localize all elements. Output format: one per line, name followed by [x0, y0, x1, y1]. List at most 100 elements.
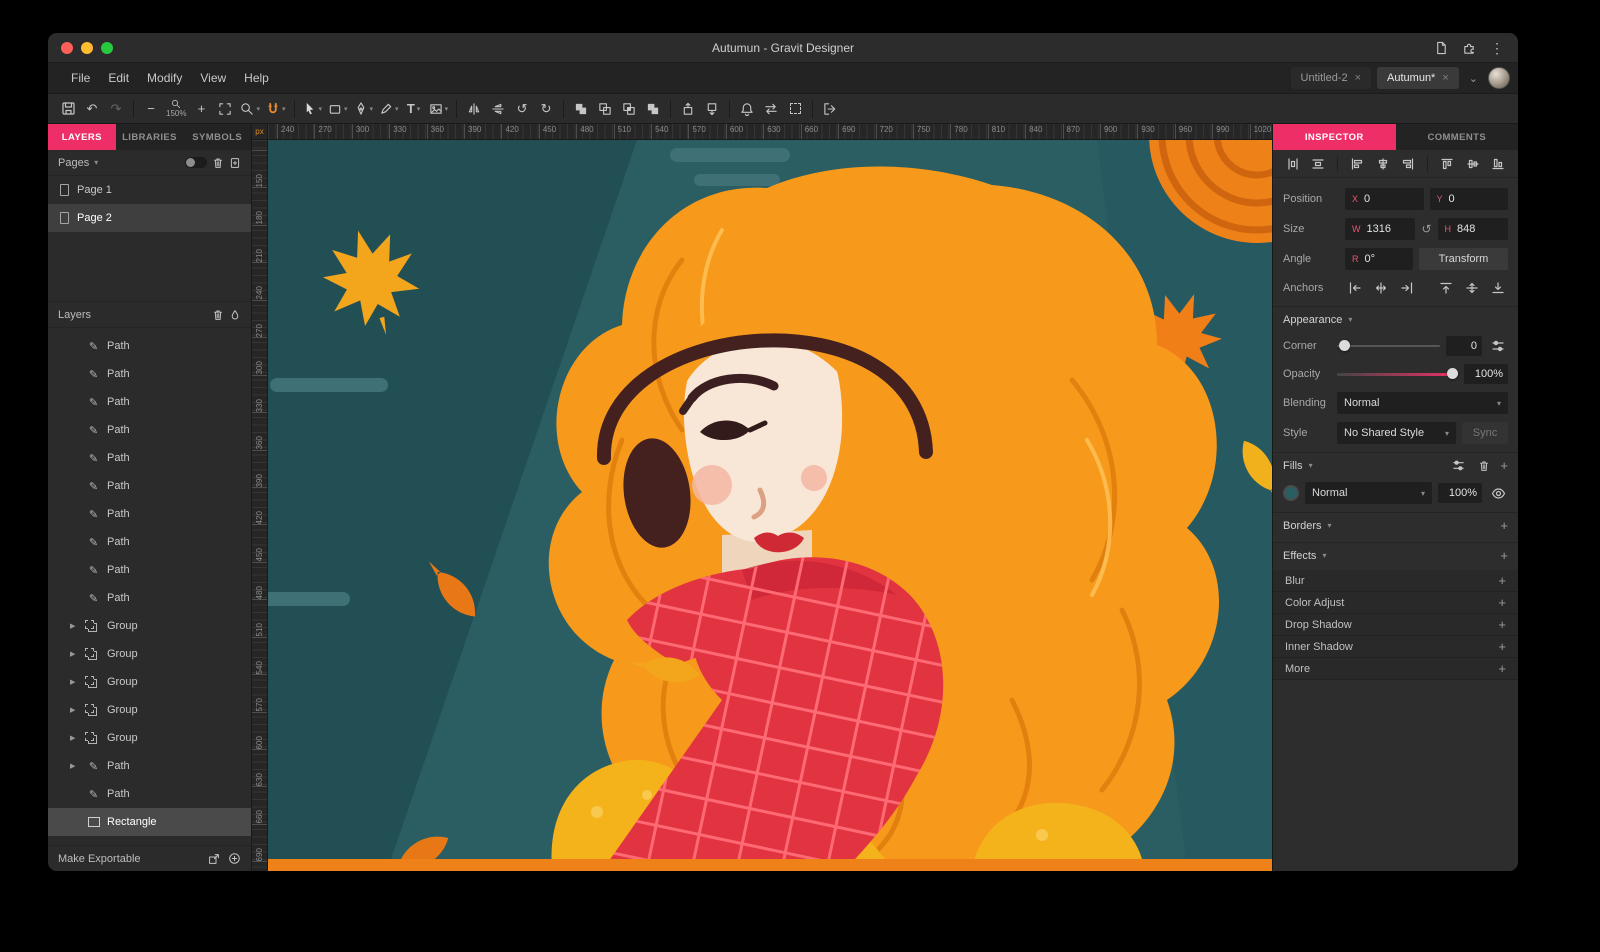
- layer-row[interactable]: ▶ Rectangle: [48, 808, 251, 836]
- fills-header[interactable]: Fills▾ +: [1273, 452, 1518, 478]
- paint-drop-icon[interactable]: [229, 309, 241, 321]
- align-center-horizontal-icon[interactable]: [1373, 154, 1393, 174]
- doc-tab-untitled[interactable]: Untitled-2 ×: [1291, 67, 1372, 89]
- anchor-top-icon[interactable]: [1436, 278, 1456, 298]
- page-row[interactable]: Page 2: [48, 204, 251, 232]
- layer-row[interactable]: ▶ Path: [48, 416, 251, 444]
- sync-style-button[interactable]: Sync: [1462, 422, 1508, 444]
- export-frame-icon[interactable]: [208, 853, 220, 865]
- layer-row[interactable]: ▶ Path: [48, 360, 251, 388]
- swap-button[interactable]: [759, 97, 783, 121]
- fill-visibility-eye-icon[interactable]: [1488, 483, 1508, 503]
- vertical-ruler[interactable]: 1501802102402703003303603904204504805105…: [252, 140, 268, 871]
- rotate-ccw-button[interactable]: ↺: [510, 97, 534, 121]
- canvas-artwork[interactable]: [252, 140, 1272, 871]
- bring-forward-button[interactable]: [676, 97, 700, 121]
- flip-horizontal-button[interactable]: [462, 97, 486, 121]
- link-dimensions-icon[interactable]: ↺: [1421, 222, 1431, 236]
- fit-canvas-button[interactable]: [213, 97, 237, 121]
- add-page-icon[interactable]: [229, 157, 241, 169]
- effect-row[interactable]: Inner Shadow +: [1273, 636, 1518, 658]
- tab-symbols[interactable]: SYMBOLS: [183, 124, 251, 150]
- zoom-window-button[interactable]: [101, 42, 113, 54]
- effect-row[interactable]: Color Adjust +: [1273, 592, 1518, 614]
- bell-icon[interactable]: [735, 97, 759, 121]
- corner-slider[interactable]: [1337, 336, 1440, 356]
- text-tool-button[interactable]: T▾: [402, 97, 426, 121]
- anchor-left-icon[interactable]: [1345, 278, 1365, 298]
- marker-tool-button[interactable]: ▾: [376, 97, 402, 121]
- transform-button[interactable]: Transform: [1419, 248, 1508, 270]
- align-right-icon[interactable]: [1398, 154, 1418, 174]
- doc-tab-autumun[interactable]: Autumun* ×: [1377, 67, 1459, 89]
- trash-icon[interactable]: [212, 157, 224, 169]
- boolean-union-button[interactable]: [569, 97, 593, 121]
- menu-item[interactable]: Help: [235, 71, 278, 85]
- add-effect-icon[interactable]: +: [1498, 617, 1506, 632]
- zoom-level[interactable]: 150%: [163, 97, 189, 121]
- corner-value[interactable]: 0: [1446, 336, 1482, 356]
- pointer-tool-button[interactable]: ▾: [300, 97, 326, 121]
- add-effect-icon[interactable]: +: [1498, 661, 1506, 676]
- disclosure-triangle-icon[interactable]: ▶: [70, 678, 80, 686]
- anchor-middle-vertical-icon[interactable]: [1462, 278, 1482, 298]
- minimize-window-button[interactable]: [81, 42, 93, 54]
- opacity-value[interactable]: 100%: [1464, 364, 1508, 384]
- user-avatar[interactable]: [1488, 67, 1510, 89]
- layer-row[interactable]: ▶ Path: [48, 444, 251, 472]
- add-export-icon[interactable]: [228, 852, 241, 865]
- flip-vertical-button[interactable]: [486, 97, 510, 121]
- add-border-icon[interactable]: +: [1500, 518, 1508, 533]
- pages-toggle[interactable]: [185, 157, 207, 168]
- boolean-exclude-button[interactable]: [641, 97, 665, 121]
- kebab-menu-icon[interactable]: ⋮: [1490, 41, 1504, 55]
- disclosure-triangle-icon[interactable]: ▶: [70, 734, 80, 742]
- tab-overflow-chevron-icon[interactable]: ⌄: [1465, 72, 1482, 85]
- disclosure-triangle-icon[interactable]: ▶: [70, 650, 80, 658]
- rotation-field[interactable]: R0°: [1345, 248, 1413, 270]
- layer-row[interactable]: ▶ Path: [48, 780, 251, 808]
- tab-comments[interactable]: COMMENTS: [1396, 124, 1519, 150]
- zoom-tool-button[interactable]: ▾: [237, 97, 263, 121]
- borders-header[interactable]: Borders▾ +: [1273, 512, 1518, 538]
- blending-select[interactable]: Normal▾: [1337, 392, 1508, 414]
- boolean-subtract-button[interactable]: [593, 97, 617, 121]
- tab-layers[interactable]: LAYERS: [48, 124, 116, 150]
- layer-row[interactable]: ▶ Group: [48, 696, 251, 724]
- menu-item[interactable]: View: [191, 71, 235, 85]
- width-field[interactable]: W1316: [1345, 218, 1415, 240]
- distribute-horizontal-icon[interactable]: [1283, 154, 1303, 174]
- layer-row[interactable]: ▶ Group: [48, 668, 251, 696]
- extension-icon[interactable]: [1462, 41, 1476, 55]
- fill-options-icon[interactable]: [1448, 456, 1468, 476]
- y-field[interactable]: Y0: [1430, 188, 1509, 210]
- marquee-button[interactable]: [783, 97, 807, 121]
- layer-row[interactable]: ▶ Path: [48, 388, 251, 416]
- close-tab-icon[interactable]: ×: [1442, 72, 1448, 84]
- disclosure-triangle-icon[interactable]: ▶: [70, 622, 80, 630]
- layer-row[interactable]: ▶ Path: [48, 556, 251, 584]
- layer-row[interactable]: ▶ Path: [48, 584, 251, 612]
- snap-tool-button[interactable]: ▾: [263, 97, 289, 121]
- effect-row[interactable]: Drop Shadow +: [1273, 614, 1518, 636]
- align-middle-vertical-icon[interactable]: [1463, 154, 1483, 174]
- boolean-intersect-button[interactable]: [617, 97, 641, 121]
- add-effect-icon[interactable]: +: [1500, 548, 1508, 563]
- page-row[interactable]: Page 1: [48, 176, 251, 204]
- close-tab-icon[interactable]: ×: [1355, 72, 1361, 84]
- tab-libraries[interactable]: LIBRARIES: [116, 124, 184, 150]
- corner-options-icon[interactable]: [1488, 336, 1508, 356]
- zoom-out-button[interactable]: −: [139, 97, 163, 121]
- layer-row[interactable]: ▶ Path: [48, 500, 251, 528]
- effects-header[interactable]: Effects▾ +: [1273, 542, 1518, 568]
- document-icon[interactable]: [1434, 41, 1448, 55]
- layer-row[interactable]: ▶ Path: [48, 752, 251, 780]
- rotate-cw-button[interactable]: ↻: [534, 97, 558, 121]
- disclosure-triangle-icon[interactable]: ▶: [70, 762, 80, 770]
- x-field[interactable]: X0: [1345, 188, 1424, 210]
- add-effect-icon[interactable]: +: [1498, 639, 1506, 654]
- menu-item[interactable]: Edit: [99, 71, 138, 85]
- fill-blend-select[interactable]: Normal▾: [1305, 482, 1432, 504]
- trash-icon[interactable]: [1474, 456, 1494, 476]
- style-select[interactable]: No Shared Style▾: [1337, 422, 1456, 444]
